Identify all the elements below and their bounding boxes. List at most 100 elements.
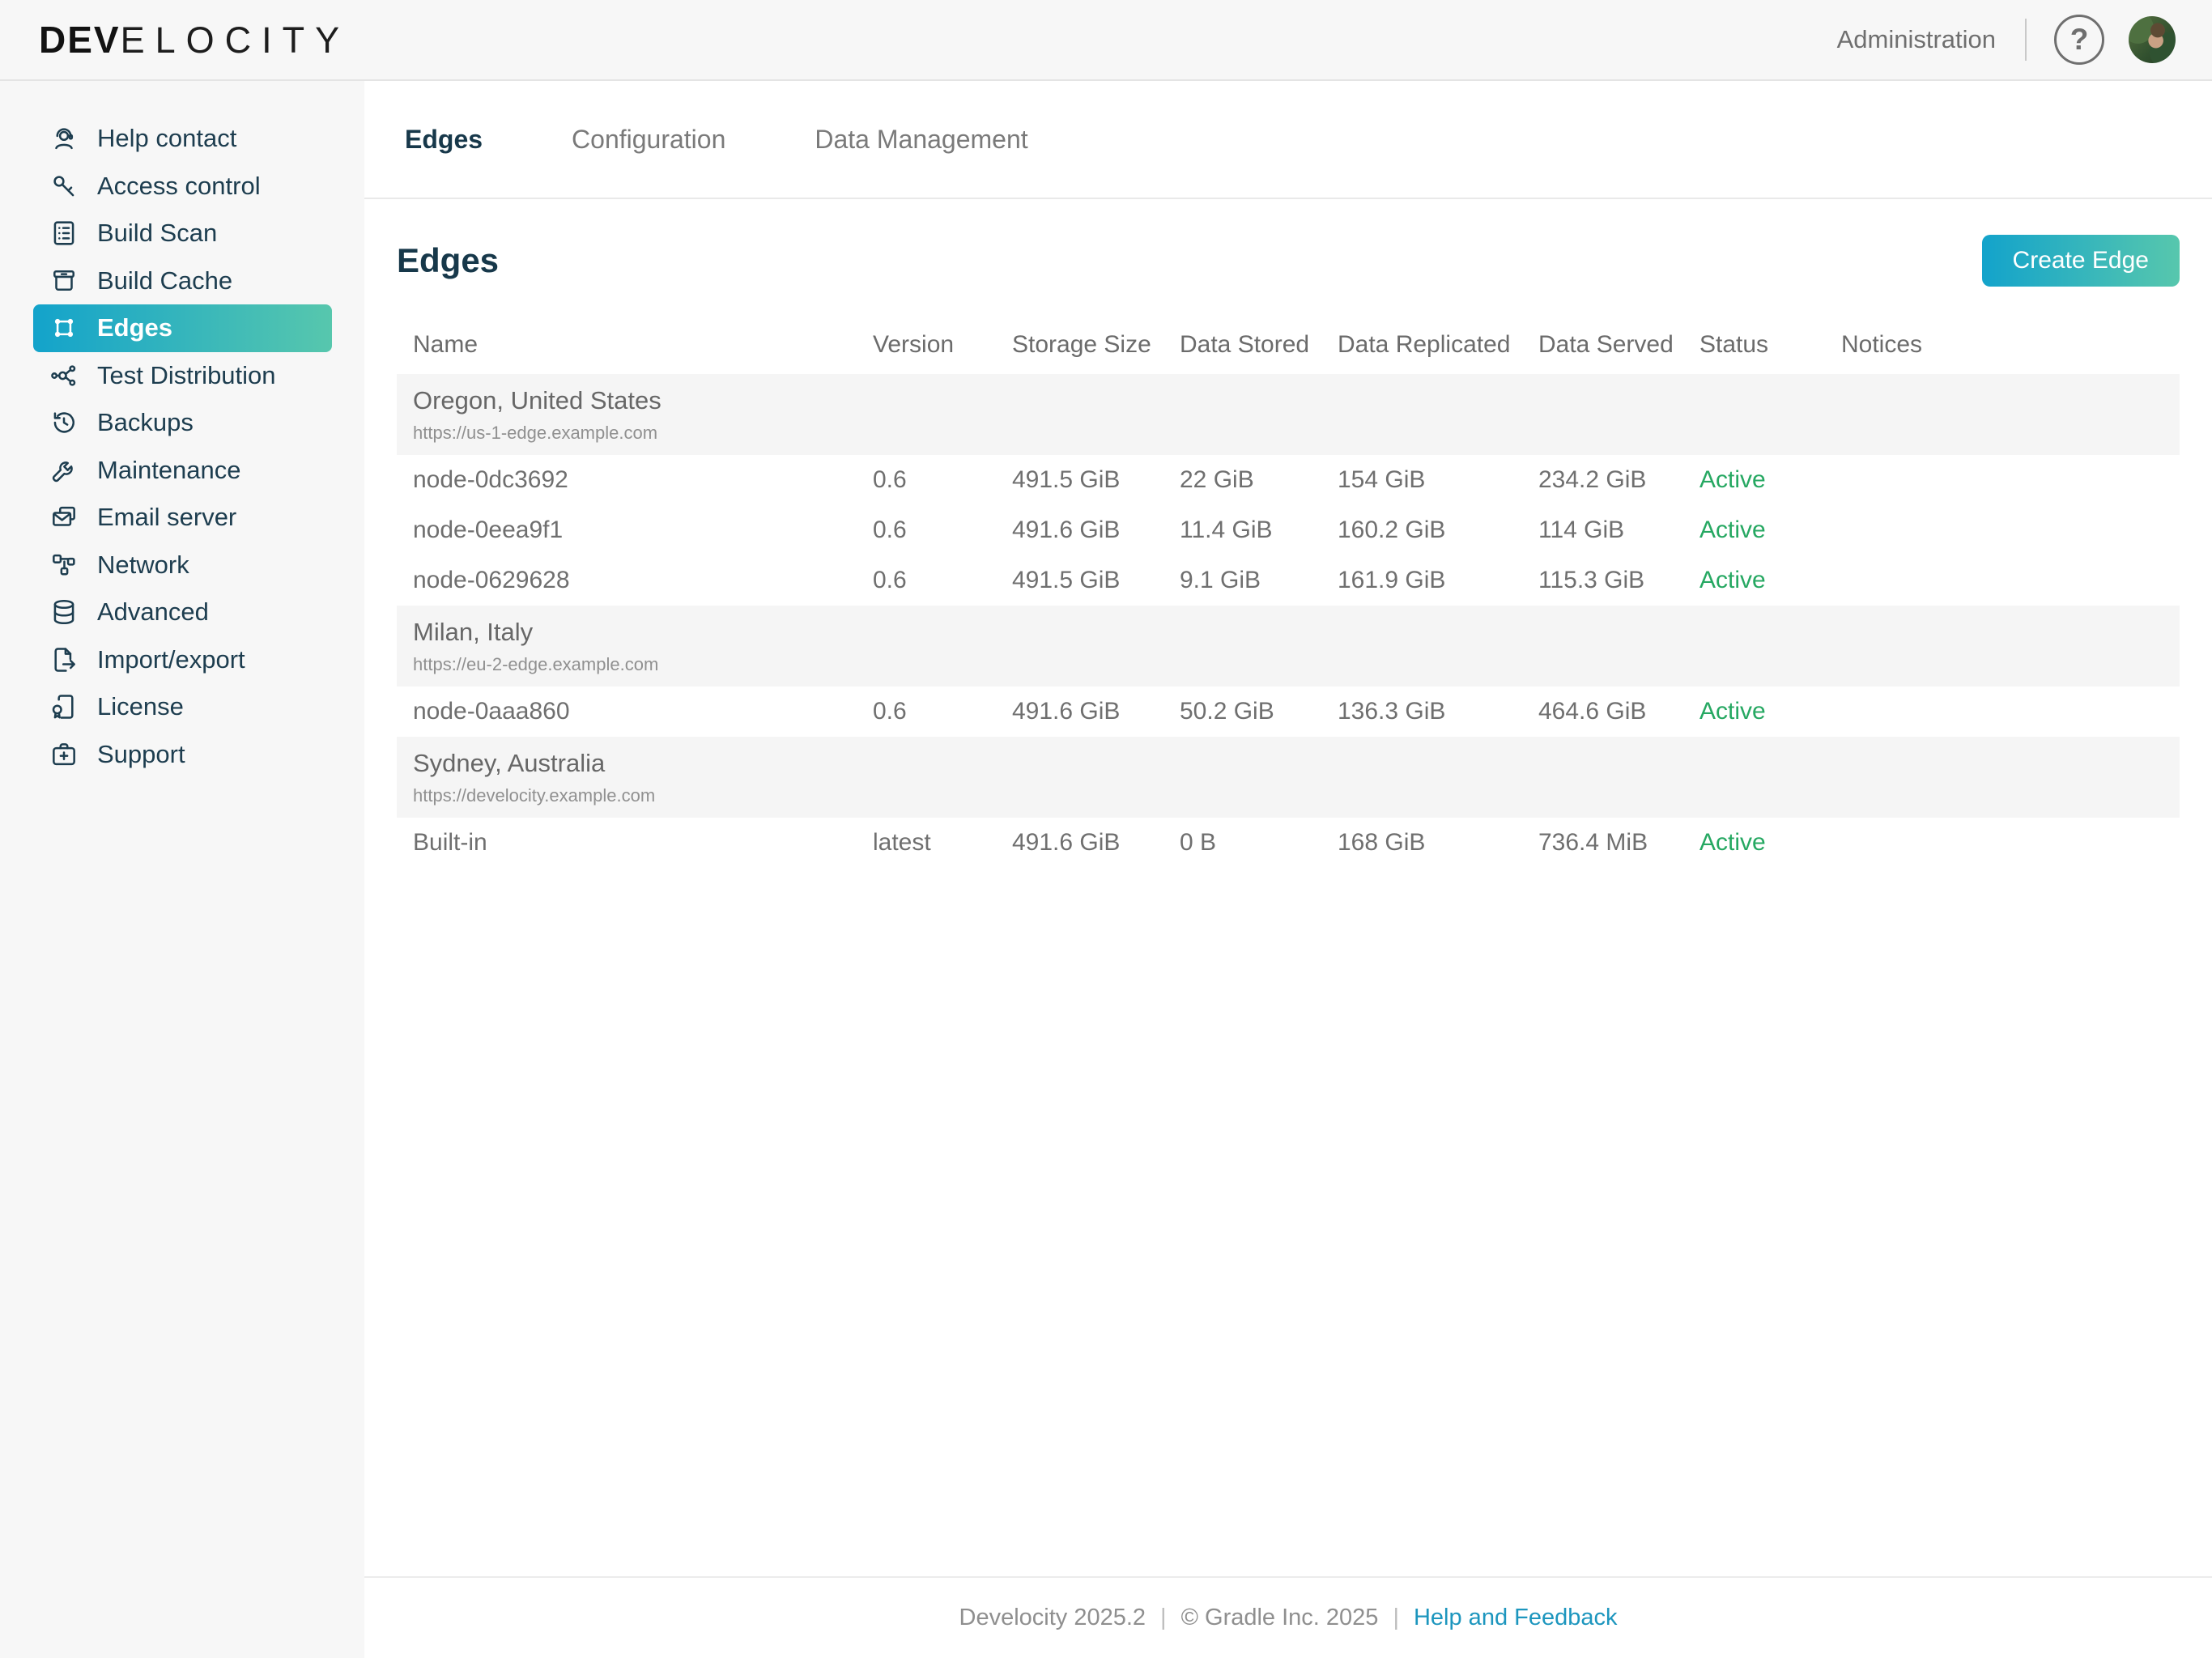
build-cache-icon xyxy=(49,266,79,296)
cell-storage: 491.5 GiB xyxy=(1012,466,1180,494)
develocity-logo[interactable]: DEVELOCITY xyxy=(39,18,350,62)
sidebar-item-edges[interactable]: Edges xyxy=(33,304,332,352)
tab-bar: Edges Configuration Data Management xyxy=(364,81,2212,199)
tab-configuration[interactable]: Configuration xyxy=(572,125,725,155)
develocity-app: DEVELOCITY Administration ? Help contact… xyxy=(0,0,2212,1658)
cell-stored: 22 GiB xyxy=(1180,466,1338,494)
cell-status: Active xyxy=(1699,698,1841,725)
logo-text-bold: DEV xyxy=(39,18,121,62)
sidebar-item-help-contact[interactable]: Help contact xyxy=(33,115,332,163)
footer-separator: | xyxy=(1393,1605,1399,1631)
sidebar-item-test-distribution[interactable]: Test Distribution xyxy=(33,352,332,400)
sidebar-item-import-export[interactable]: Import/export xyxy=(33,636,332,684)
table-row: node-06296280.6491.5 GiB9.1 GiB161.9 GiB… xyxy=(397,555,2180,606)
column-header-storage-size: Storage Size xyxy=(1012,331,1180,359)
cell-storage: 491.6 GiB xyxy=(1012,698,1180,725)
edge-group-header: Oregon, United Stateshttps://us-1-edge.e… xyxy=(397,374,2180,455)
sidebar-item-build-scan[interactable]: Build Scan xyxy=(33,210,332,257)
edges-table: NameVersionStorage SizeData StoredData R… xyxy=(397,316,2180,868)
cell-replicated: 168 GiB xyxy=(1338,829,1538,857)
tab-data-management[interactable]: Data Management xyxy=(815,125,1027,155)
sidebar-item-label: Edges xyxy=(97,313,172,342)
cell-version: latest xyxy=(873,829,1012,857)
sidebar-item-label: Support xyxy=(97,740,185,769)
topbar-divider xyxy=(2025,19,2027,61)
sidebar-navigation: Help contact Access controlBuild Scan Buil… xyxy=(0,81,364,1658)
table-row: Built-inlatest491.6 GiB0 B168 GiB736.4 M… xyxy=(397,818,2180,868)
key-icon xyxy=(49,171,79,202)
sidebar-item-network[interactable]: Network xyxy=(33,542,332,589)
cell-replicated: 160.2 GiB xyxy=(1338,517,1538,544)
app-shell: Help contact Access controlBuild Scan Buil… xyxy=(0,81,2212,1658)
sidebar-item-email-server[interactable]: Email server xyxy=(33,494,332,542)
cell-version: 0.6 xyxy=(873,517,1012,544)
sidebar-item-support[interactable]: Support xyxy=(33,731,332,779)
sidebar-item-access-control[interactable]: Access control xyxy=(33,163,332,210)
import-export-icon xyxy=(49,644,79,675)
test-distribution-icon xyxy=(49,360,79,391)
administration-link[interactable]: Administration xyxy=(1837,25,1996,54)
footer: Develocity 2025.2 | © Gradle Inc. 2025 |… xyxy=(364,1576,2212,1658)
column-header-name: Name xyxy=(397,331,873,359)
cell-replicated: 154 GiB xyxy=(1338,466,1538,494)
sidebar-item-label: Maintenance xyxy=(97,456,241,485)
cell-stored: 11.4 GiB xyxy=(1180,517,1338,544)
help-feedback-link[interactable]: Help and Feedback xyxy=(1414,1605,1618,1631)
edge-group-header: Sydney, Australiahttps://develocity.exam… xyxy=(397,737,2180,818)
cell-served: 464.6 GiB xyxy=(1538,698,1699,725)
sidebar-item-label: License xyxy=(97,692,184,721)
sidebar-item-label: Build Cache xyxy=(97,266,232,295)
create-edge-button[interactable]: Create Edge xyxy=(1982,235,2180,287)
network-icon xyxy=(49,550,79,580)
cell-status: Active xyxy=(1699,517,1841,544)
cell-served: 114 GiB xyxy=(1538,517,1699,544)
sidebar-item-label: Advanced xyxy=(97,597,209,627)
column-header-status: Status xyxy=(1699,331,1841,359)
cell-status: Active xyxy=(1699,466,1841,494)
help-icon[interactable]: ? xyxy=(2054,15,2104,65)
cell-storage: 491.6 GiB xyxy=(1012,517,1180,544)
main-panel: Edges Create Edge NameVersionStorage Siz… xyxy=(364,199,2212,1576)
top-bar-right: Administration ? xyxy=(1837,15,2176,65)
footer-separator: | xyxy=(1160,1605,1167,1631)
build-scan-icon xyxy=(49,218,79,249)
page-title: Edges xyxy=(397,241,499,280)
cell-version: 0.6 xyxy=(873,567,1012,594)
support-icon xyxy=(49,739,79,770)
tab-edges[interactable]: Edges xyxy=(405,125,483,155)
cell-served: 115.3 GiB xyxy=(1538,567,1699,594)
sidebar-item-advanced[interactable]: Advanced xyxy=(33,589,332,636)
cell-served: 736.4 MiB xyxy=(1538,829,1699,857)
sidebar-item-label: Backups xyxy=(97,408,194,437)
cell-storage: 491.5 GiB xyxy=(1012,567,1180,594)
edges-icon xyxy=(49,312,79,343)
column-header-notices: Notices xyxy=(1841,331,2180,359)
column-header-version: Version xyxy=(873,331,1012,359)
sidebar-item-maintenance[interactable]: Maintenance xyxy=(33,447,332,495)
footer-copyright: © Gradle Inc. 2025 xyxy=(1181,1605,1379,1631)
logo-text-light: ELOCITY xyxy=(121,19,351,62)
cell-status: Active xyxy=(1699,829,1841,857)
cell-status: Active xyxy=(1699,567,1841,594)
cell-name: node-0eea9f1 xyxy=(397,517,873,544)
group-location: Sydney, Australia xyxy=(413,749,2180,778)
sidebar-item-label: Network xyxy=(97,551,189,580)
cell-version: 0.6 xyxy=(873,466,1012,494)
help-contact-icon xyxy=(49,123,79,154)
user-avatar[interactable] xyxy=(2129,16,2176,63)
table-row: node-0dc36920.6491.5 GiB22 GiB154 GiB234… xyxy=(397,455,2180,505)
sidebar-item-label: Email server xyxy=(97,503,236,532)
sidebar-item-label: Help contact xyxy=(97,124,236,153)
sidebar-item-license[interactable]: License xyxy=(33,683,332,731)
sidebar-item-build-cache[interactable]: Build Cache xyxy=(33,257,332,305)
cell-stored: 50.2 GiB xyxy=(1180,698,1338,725)
sidebar-item-backups[interactable]: Backups xyxy=(33,399,332,447)
column-header-data-stored: Data Stored xyxy=(1180,331,1338,359)
top-bar: DEVELOCITY Administration ? xyxy=(0,0,2212,81)
cell-name: Built-in xyxy=(397,829,873,857)
cell-name: node-0629628 xyxy=(397,567,873,594)
table-header-row: NameVersionStorage SizeData StoredData R… xyxy=(397,316,2180,374)
table-row: node-0aaa8600.6491.6 GiB50.2 GiB136.3 Gi… xyxy=(397,687,2180,737)
edge-group-header: Milan, Italyhttps://eu-2-edge.example.co… xyxy=(397,606,2180,687)
content-area: Edges Configuration Data Management Edges … xyxy=(364,81,2212,1658)
